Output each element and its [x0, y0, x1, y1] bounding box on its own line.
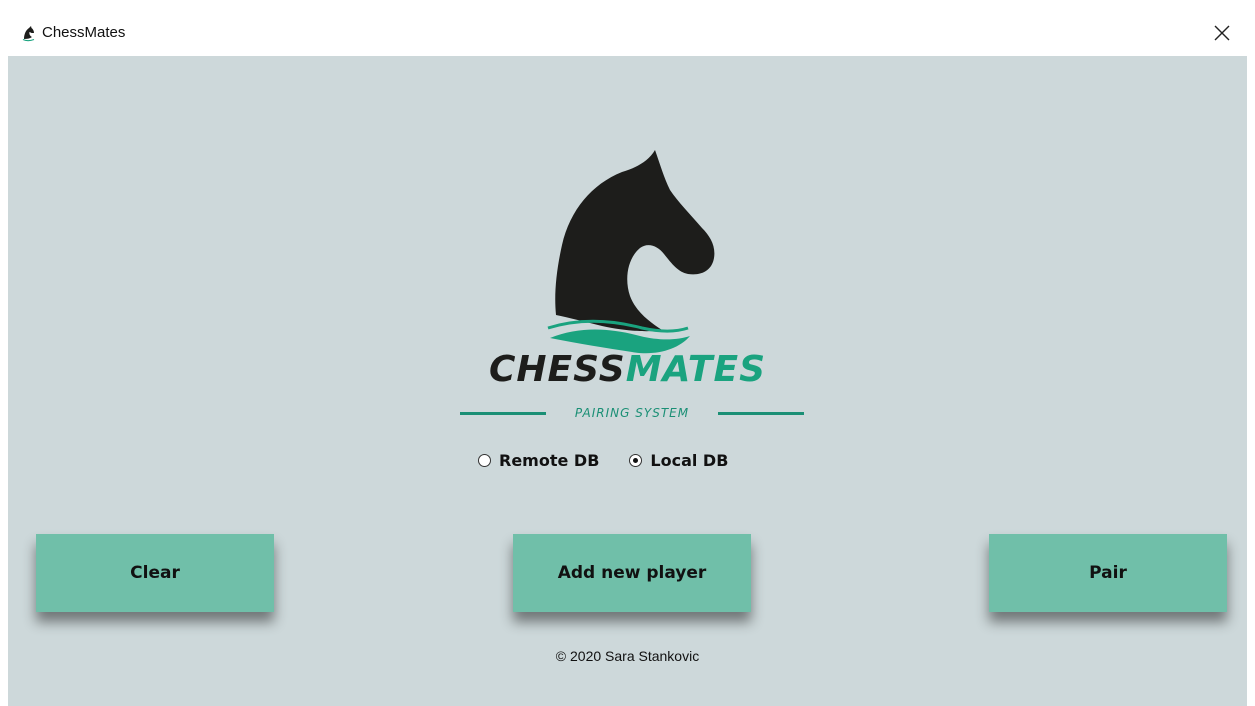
local-db-option[interactable]: Local DB	[629, 451, 728, 470]
main-panel: CHESSMATES PAIRING SYSTEM Remote DB Loca…	[8, 56, 1247, 706]
add-new-player-button[interactable]: Add new player	[513, 534, 751, 612]
copyright-footer: © 2020 Sara Stankovic	[555, 648, 700, 664]
window-title: ChessMates	[42, 24, 126, 41]
close-icon[interactable]	[1207, 18, 1237, 48]
horse-head-logo-icon	[547, 150, 715, 354]
clear-button[interactable]: Clear	[36, 534, 274, 612]
knight-icon	[22, 26, 35, 42]
app-window: ChessMates CHESSMATES PAIRING SYSTEM Rem…	[0, 0, 1255, 706]
local-db-radio[interactable]	[629, 453, 643, 467]
pair-button[interactable]: Pair	[989, 534, 1227, 612]
title-bar: ChessMates	[0, 0, 1255, 56]
tagline-row: PAIRING SYSTEM	[460, 402, 804, 424]
local-db-label: Local DB	[650, 450, 729, 470]
remote-db-option[interactable]: Remote DB	[478, 451, 599, 470]
brand-title: CHESSMATES	[8, 348, 1247, 392]
tagline-divider-right	[718, 412, 804, 415]
brand-mates: MATES	[625, 349, 767, 390]
brand-chess: CHESS	[488, 349, 626, 390]
database-selector: Remote DB Local DB	[478, 448, 728, 472]
remote-db-label: Remote DB	[499, 450, 600, 470]
remote-db-radio[interactable]	[478, 453, 491, 467]
